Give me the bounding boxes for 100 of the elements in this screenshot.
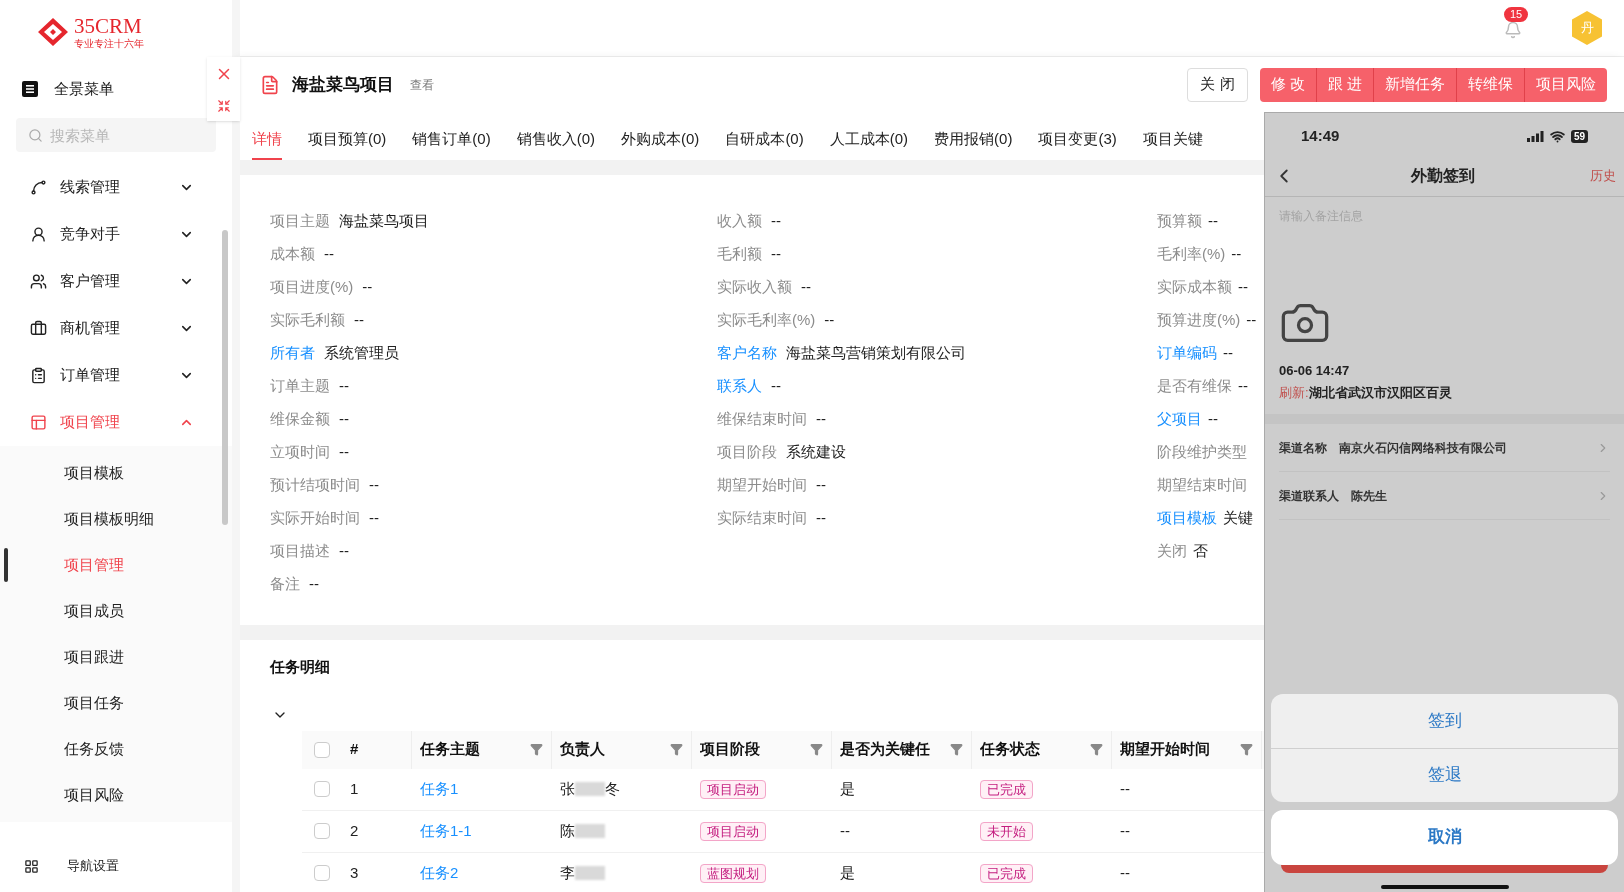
tab[interactable]: 自研成本(0) — [725, 120, 804, 160]
table-cell: -- — [1120, 864, 1130, 881]
field-label: 成本额 — [270, 244, 315, 265]
exit-fullscreen-icon[interactable] — [216, 99, 231, 113]
field-label: 项目进度(%) — [270, 277, 354, 298]
sidebar-item[interactable]: 项目管理 — [0, 399, 232, 446]
field-value: 关键 — [1223, 508, 1253, 529]
column-header: # — [342, 730, 412, 769]
field-value: -- — [339, 376, 349, 397]
logo-tagline: 专业专注十六年 — [74, 38, 144, 49]
submenu-item[interactable]: 项目风险 — [64, 783, 124, 807]
submenu-item[interactable]: 项目模板 — [64, 461, 124, 485]
filter-icon[interactable] — [670, 743, 683, 756]
status-time: 14:49 — [1301, 125, 1340, 146]
field-label: 毛利率(%) — [1157, 244, 1226, 265]
field-label: 项目阶段 — [717, 442, 777, 463]
tab[interactable]: 项目变更(3) — [1038, 120, 1117, 160]
tab[interactable]: 销售订单(0) — [412, 120, 491, 160]
filter-icon[interactable] — [530, 743, 543, 756]
field-value: -- — [816, 475, 826, 496]
owner-name: 张 — [560, 778, 575, 799]
table-cell: -- — [1120, 780, 1130, 797]
logo-icon — [36, 17, 70, 47]
field-value: -- — [339, 541, 349, 562]
field-value: -- — [771, 376, 781, 397]
field-label: 实际成本额 — [1157, 277, 1232, 298]
field-label: 收入额 — [717, 211, 762, 232]
field-value: 系统建设 — [786, 442, 846, 463]
signal-icon — [1526, 130, 1544, 142]
field-label: 立项时间 — [270, 442, 330, 463]
list-row[interactable]: 渠道名称 南京火石闪信网络科技有限公司 — [1279, 424, 1610, 472]
field-label: 关闭 — [1157, 541, 1187, 562]
submenu-item[interactable]: 项目跟进 — [64, 645, 124, 669]
filter-icon[interactable] — [1090, 743, 1103, 756]
column-header: 项目阶段 — [692, 730, 832, 769]
filter-icon[interactable] — [950, 743, 963, 756]
tab[interactable]: 外购成本(0) — [621, 120, 700, 160]
tab[interactable]: 项目预算(0) — [308, 120, 387, 160]
timestamp: 06-06 14:47 — [1279, 362, 1351, 380]
tab[interactable]: 销售收入(0) — [516, 120, 596, 160]
field-value: -- — [339, 409, 349, 430]
field-label: 预算进度(%) — [1157, 310, 1241, 331]
field-label: 阶段维护类型 — [1157, 442, 1247, 463]
overview-menu-label[interactable]: 全景菜单 — [54, 77, 114, 101]
cancel-button[interactable]: 取消 — [1271, 809, 1618, 865]
filter-icon[interactable] — [1240, 743, 1253, 756]
sidebar-item[interactable]: 线索管理 — [0, 164, 232, 211]
field-label: 维保金额 — [270, 409, 330, 430]
menu-item-icon — [30, 273, 47, 290]
checkbox[interactable] — [314, 781, 330, 797]
submenu-item[interactable]: 项目管理 — [64, 553, 124, 577]
status-tag: 已完成 — [980, 780, 1033, 799]
sidebar-item[interactable]: 客户管理 — [0, 258, 232, 305]
filter-icon[interactable] — [810, 743, 823, 756]
tab[interactable]: 人工成本(0) — [829, 120, 909, 160]
list-row[interactable]: 渠道联系人 陈先生 — [1279, 472, 1610, 520]
owner-name: 陈 — [560, 820, 575, 841]
nav-settings-link[interactable]: 导航设置 — [67, 856, 119, 876]
sidebar-item[interactable]: 竞争对手 — [0, 211, 232, 258]
field-value: 海盐菜鸟项目 — [339, 211, 429, 232]
row-number: 1 — [350, 780, 359, 797]
grid-icon — [24, 858, 39, 874]
submenu-item[interactable]: 项目成员 — [64, 599, 124, 623]
field-value: -- — [1208, 211, 1218, 232]
field-label: 项目描述 — [270, 541, 330, 562]
column-header: 是否为关键任 — [832, 730, 972, 769]
search-field[interactable]: 搜索菜单 — [16, 118, 216, 152]
checkbox[interactable] — [314, 865, 330, 881]
sidebar-item[interactable]: 订单管理 — [0, 352, 232, 399]
checkbox[interactable] — [314, 741, 330, 758]
status-tag: 蓝图规划 — [700, 864, 766, 883]
blurred-text — [575, 866, 605, 880]
close-button[interactable]: 关 闭 — [1187, 67, 1248, 102]
submenu-item[interactable]: 项目模板明细 — [64, 507, 154, 531]
menu-item-icon — [30, 226, 47, 243]
column-header: 任务状态 — [972, 730, 1112, 769]
field-value: -- — [816, 508, 826, 529]
column-header: 期望开始时间 — [1112, 730, 1262, 769]
sheet-action[interactable]: 签到 — [1271, 693, 1618, 748]
menu-icon — [22, 81, 38, 97]
bell-icon[interactable] — [1504, 21, 1522, 39]
field-label: 项目主题 — [270, 211, 330, 232]
field-label: 预计结项时间 — [270, 475, 360, 496]
field-value: 海盐菜鸟营销策划有限公司 — [786, 343, 966, 364]
field-label: 毛利额 — [717, 244, 762, 265]
field-value: -- — [824, 310, 835, 331]
field-value: -- — [309, 574, 319, 595]
submenu-item[interactable]: 任务反馈 — [64, 737, 124, 761]
field-label: 实际收入额 — [717, 277, 792, 298]
tab[interactable]: 项目关键 — [1142, 120, 1203, 160]
tab[interactable]: 费用报销(0) — [934, 120, 1013, 160]
field-value: -- — [369, 508, 379, 529]
table-cell: 是 — [840, 864, 855, 881]
sidebar-item[interactable]: 商机管理 — [0, 305, 232, 352]
checkbox[interactable] — [314, 823, 330, 839]
submenu-item[interactable]: 项目任务 — [64, 691, 124, 715]
field-value: -- — [369, 475, 379, 496]
sheet-action[interactable]: 签退 — [1271, 747, 1618, 802]
field-value: -- — [771, 211, 781, 232]
field-value: -- — [816, 409, 826, 430]
